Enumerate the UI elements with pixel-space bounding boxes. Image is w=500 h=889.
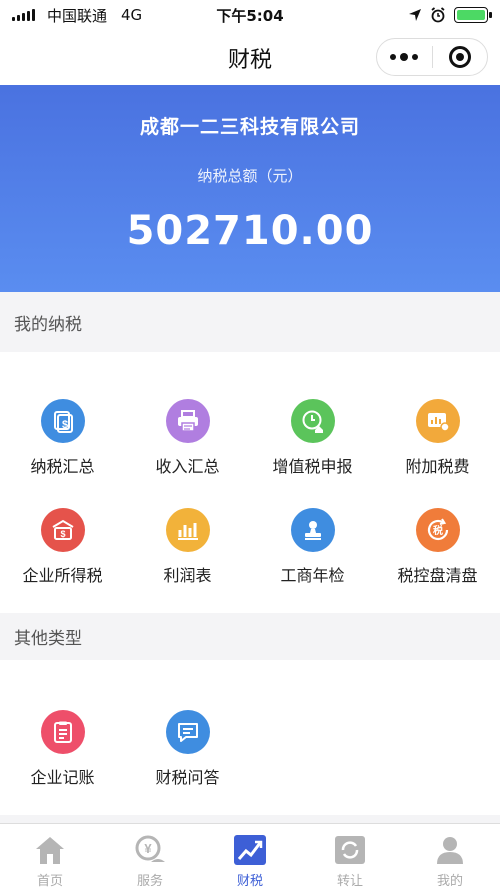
svg-text:税: 税 [433, 524, 443, 537]
close-button[interactable] [433, 39, 488, 75]
money-box-icon: $ [40, 508, 85, 552]
menu-item-tax-refresh[interactable]: 税税控盘清盘 [375, 508, 500, 617]
transfer-icon [331, 832, 369, 868]
service-icon: ¥ [131, 832, 169, 868]
tab-service[interactable]: ¥ 服务 [100, 824, 200, 889]
menu-item-chart-card[interactable]: 附加税费 [375, 399, 500, 508]
bar-chart-icon [165, 508, 210, 552]
user-icon [431, 832, 469, 868]
tab-user[interactable]: 我的 [400, 824, 500, 889]
printer-icon [165, 399, 210, 443]
section-title-other: 其他类型 [0, 613, 500, 660]
tab-home[interactable]: 首页 [0, 824, 100, 889]
more-button[interactable] [377, 39, 432, 75]
menu-item-ledger[interactable]: 企业记账 [0, 710, 125, 819]
menu-item-label: 增值税申报 [272, 457, 353, 476]
menu-item-label: 企业所得税 [22, 566, 103, 585]
total-tax-label: 纳税总额（元） [197, 167, 303, 185]
tab-label: 我的 [436, 874, 463, 889]
svg-text:$: $ [61, 419, 67, 431]
menu-item-label: 工商年检 [280, 566, 345, 585]
mini-program-capsule [376, 38, 488, 76]
svg-text:¥: ¥ [144, 841, 152, 856]
menu-item-clock-home[interactable]: 增值税申报 [250, 399, 375, 508]
menu-item-label: 收入汇总 [155, 457, 220, 476]
tab-bar: 首页 ¥ 服务 财税 转让 我的 [0, 823, 500, 889]
menu-item-dollar-doc[interactable]: $ 纳税汇总 [0, 399, 125, 508]
close-ring-icon [448, 46, 471, 68]
tab-trend[interactable]: 财税 [200, 824, 300, 889]
carrier-name: 中国联通 [47, 6, 108, 25]
menu-item-label: 利润表 [163, 566, 212, 585]
trend-icon [231, 832, 269, 868]
network-type: 4G [121, 6, 143, 24]
nav-bar: 财税 [0, 30, 500, 85]
menu-item-label: 财税问答 [155, 768, 220, 787]
menu-item-label: 纳税汇总 [30, 457, 95, 476]
tab-label: 服务 [136, 874, 163, 889]
battery-icon [454, 7, 492, 23]
tax-refresh-icon: 税 [415, 508, 460, 552]
chat-icon [165, 710, 210, 754]
stamp-icon [290, 508, 335, 552]
section-title-my-tax: 我的纳税 [0, 292, 500, 352]
menu-item-printer[interactable]: 收入汇总 [125, 399, 250, 508]
signal-icon [12, 9, 35, 21]
menu-item-label: 附加税费 [405, 457, 470, 476]
other-panel: 企业记账 财税问答 [0, 660, 500, 815]
tax-summary-banner: 成都一二三科技有限公司 纳税总额（元） 502710.00 [0, 85, 500, 292]
menu-item-label: 税控盘清盘 [397, 566, 478, 585]
dollar-doc-icon: $ [40, 399, 85, 443]
home-icon [31, 832, 69, 868]
ledger-icon [40, 710, 85, 754]
chart-card-icon [415, 399, 460, 443]
menu-item-stamp[interactable]: 工商年检 [250, 508, 375, 617]
location-arrow-icon [409, 9, 421, 21]
menu-item-label: 企业记账 [30, 768, 95, 787]
total-tax-amount: 502710.00 [126, 208, 374, 254]
menu-item-chat[interactable]: 财税问答 [125, 710, 250, 819]
tab-label: 财税 [236, 874, 263, 889]
svg-text:$: $ [60, 529, 65, 539]
status-bar: 中国联通 4G 下午5:04 [0, 0, 500, 30]
menu-item-money-box[interactable]: $ 企业所得税 [0, 508, 125, 617]
clock-home-icon [290, 399, 335, 443]
tab-transfer[interactable]: 转让 [300, 824, 400, 889]
tab-label: 转让 [336, 874, 363, 889]
my-tax-panel: $ 纳税汇总 收入汇总 增值税申报 附加税费 $ 企业所得税 利润表 工商年检 税税控盘清盘 [0, 352, 500, 613]
menu-item-bar-chart[interactable]: 利润表 [125, 508, 250, 617]
company-name: 成都一二三科技有限公司 [139, 116, 360, 138]
tab-label: 首页 [36, 874, 63, 889]
page-title: 财税 [227, 47, 272, 73]
alarm-icon [431, 7, 445, 23]
